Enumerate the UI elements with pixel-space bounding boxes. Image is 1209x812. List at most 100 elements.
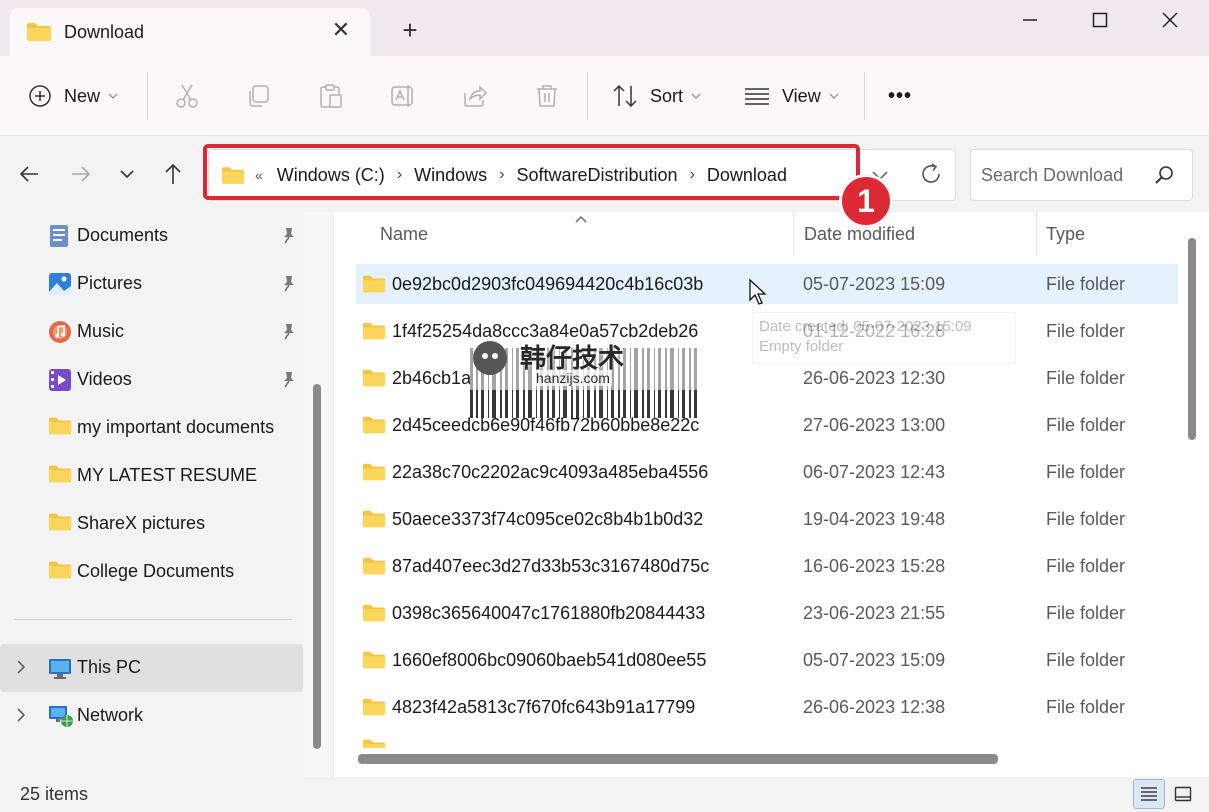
new-button[interactable]: New <box>28 56 118 136</box>
chevron-down-icon <box>691 93 701 99</box>
refresh-button[interactable] <box>919 162 943 191</box>
toolbar-divider <box>147 72 148 120</box>
monitor-icon <box>48 656 72 680</box>
file-row[interactable]: 87ad407eec3d27d33b53c3167480d75c 16-06-20… <box>356 546 1178 586</box>
file-name: 1660ef8006bc09060baeb541d080ee55 <box>392 650 707 670</box>
pin-icon[interactable] <box>280 322 298 345</box>
sidebar-item-label: Pictures <box>77 273 143 293</box>
toolbar-divider <box>864 72 865 120</box>
file-name: 87ad407eec3d27d33b53c3167480d75c <box>392 556 710 576</box>
arrow-left-icon <box>19 166 38 182</box>
file-row[interactable]: 0398c365640047c1761880fb20844433 23-06-20… <box>356 593 1178 633</box>
chevron-down-icon <box>120 170 134 179</box>
back-button[interactable] <box>12 157 46 191</box>
tooltip-date-created: Date created: 05-07-2023 15:09 <box>759 318 972 335</box>
sidebar-item-label: Network <box>77 705 144 725</box>
column-divider[interactable] <box>1036 212 1037 256</box>
file-row[interactable]: 50aece3373f74c095ce02c8b4b1b0d32 19-04-20… <box>356 499 1178 539</box>
column-header-type[interactable]: Type <box>1046 224 1085 245</box>
horizontal-scrollbar[interactable] <box>358 754 998 764</box>
folder-icon <box>362 697 386 722</box>
file-type: File folder <box>1046 321 1126 341</box>
chevron-right-icon[interactable] <box>16 659 26 680</box>
minimize-button[interactable] <box>995 0 1065 40</box>
folder-icon <box>362 415 386 440</box>
sidebar-item-documents[interactable]: Documents <box>0 212 303 260</box>
pin-icon[interactable] <box>280 274 298 297</box>
sort-button[interactable]: Sort <box>612 56 701 136</box>
folder-icon <box>362 603 386 628</box>
tiles-view-button[interactable] <box>1167 779 1199 809</box>
view-list-icon <box>745 88 769 105</box>
file-row[interactable]: 1660ef8006bc09060baeb541d080ee55 05-07-20… <box>356 640 1178 680</box>
file-type: File folder <box>1046 415 1126 435</box>
pin-icon[interactable] <box>280 226 298 249</box>
sidebar-item-my-latest-resume[interactable]: MY LATEST RESUME <box>0 452 303 500</box>
navigation-row: « Windows (C:) › Windows › SoftwareDistr… <box>0 137 1209 212</box>
watermark-logo: 韩仔技术 hanzijs.com <box>470 338 700 418</box>
view-button[interactable]: View <box>744 56 839 136</box>
file-date-modified: 19-04-2023 19:48 <box>803 509 946 529</box>
file-type: File folder <box>1046 650 1126 670</box>
column-divider[interactable] <box>793 212 794 256</box>
new-label: New <box>64 85 101 106</box>
search-input[interactable]: Search Download <box>981 165 1123 186</box>
sidebar-item-videos[interactable]: Videos <box>0 356 303 404</box>
search-icon <box>1153 164 1175 191</box>
toolbar-divider <box>587 72 588 120</box>
sidebar-item-label: ShareX pictures <box>77 513 206 533</box>
share-button[interactable] <box>462 56 488 136</box>
sort-label: Sort <box>650 85 684 106</box>
sidebar-item-college-documents[interactable]: College Documents <box>0 548 303 596</box>
item-count: 25 items <box>20 784 89 804</box>
file-list-scrollbar[interactable] <box>1185 226 1199 751</box>
sidebar-item-label: MY LATEST RESUME <box>77 465 258 485</box>
file-row[interactable]: 4823f42a5813c7f670fc643b91a17799 26-06-20… <box>356 687 1178 727</box>
search-box[interactable]: Search Download <box>970 149 1193 201</box>
more-options-button[interactable]: ••• <box>888 56 912 136</box>
file-name: 50aece3373f74c095ce02c8b4b1b0d32 <box>392 509 704 529</box>
sidebar-item-label: Videos <box>77 369 132 389</box>
maximize-button[interactable] <box>1065 0 1135 40</box>
pin-icon[interactable] <box>280 370 298 393</box>
file-date-modified: 16-06-2023 15:28 <box>803 556 946 576</box>
sidebar-item-this-pc[interactable]: This PC <box>0 644 303 692</box>
sidebar-item-sharex-pictures[interactable]: ShareX pictures <box>0 500 303 548</box>
address-highlight-box <box>203 144 860 200</box>
file-row-partial[interactable] <box>356 734 1178 748</box>
paste-button[interactable] <box>318 56 344 136</box>
copy-button[interactable] <box>246 56 272 136</box>
file-list-scroll-thumb[interactable] <box>1188 238 1196 440</box>
sidebar-scrollbar[interactable] <box>304 212 330 777</box>
sidebar-item-my-important-documents[interactable]: my important documents <box>0 404 303 452</box>
sidebar-scroll-thumb[interactable] <box>313 384 321 749</box>
details-view-icon <box>1141 787 1157 801</box>
close-button[interactable] <box>1135 0 1205 40</box>
sidebar-item-label: Documents <box>77 225 169 245</box>
file-row[interactable]: 22a38c70c2202ac9c4093a485eba4556 06-07-20… <box>356 452 1178 492</box>
column-header-name[interactable]: Name <box>380 224 428 245</box>
details-view-button[interactable] <box>1133 779 1165 809</box>
sidebar-item-pictures[interactable]: Pictures <box>0 260 303 308</box>
tab-download[interactable]: Download ✕ <box>10 8 370 56</box>
command-bar: New Sort View ••• <box>0 56 1209 136</box>
sidebar-item-network[interactable]: Network <box>0 692 303 740</box>
new-tab-button[interactable]: + <box>396 16 424 44</box>
recent-locations-button[interactable] <box>110 157 144 191</box>
rename-button[interactable] <box>390 56 416 136</box>
folder-icon <box>362 368 386 393</box>
forward-button[interactable] <box>64 157 98 191</box>
file-date-modified: 23-06-2023 21:55 <box>803 603 946 623</box>
chevron-right-icon[interactable] <box>16 707 26 728</box>
navigation-pane: Documents Pictures Music Videos my impor… <box>0 212 330 777</box>
file-name: 2b46cb1a <box>392 368 472 388</box>
sidebar-item-music[interactable]: Music <box>0 308 303 356</box>
up-button[interactable] <box>156 157 190 191</box>
delete-button[interactable] <box>534 56 560 136</box>
trash-icon <box>537 85 557 107</box>
file-name: 4823f42a5813c7f670fc643b91a17799 <box>392 697 696 717</box>
close-tab-icon[interactable]: ✕ <box>328 18 354 44</box>
status-bar: 25 items <box>0 777 1209 812</box>
cut-button[interactable] <box>174 56 200 136</box>
sort-ascending-icon <box>574 212 588 230</box>
